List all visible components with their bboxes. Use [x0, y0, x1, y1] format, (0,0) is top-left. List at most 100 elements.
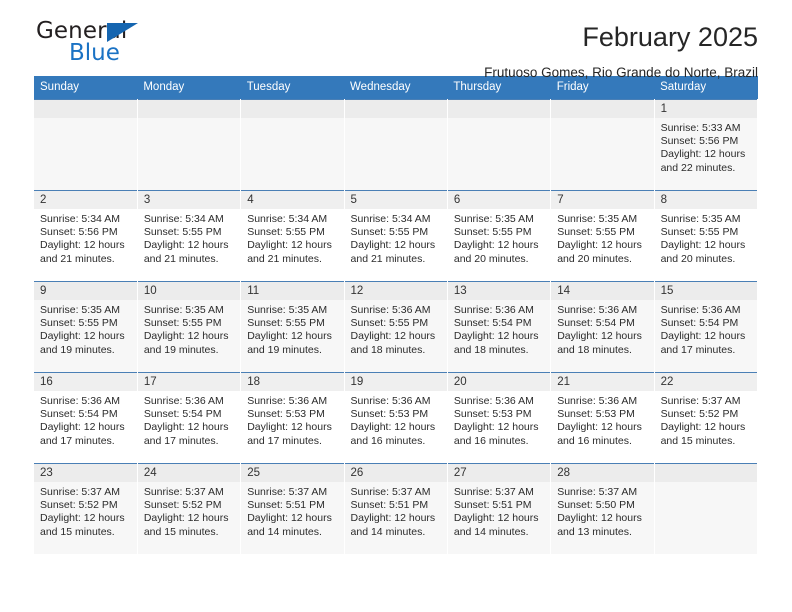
sunrise-text: Sunrise: 5:36 AM	[557, 304, 638, 316]
weekday-header-sunday: Sunday	[34, 76, 138, 100]
calendar-day-cell[interactable]: 28 Sunrise: 5:37 AM Sunset: 5:50 PM Dayligh…	[550, 463, 655, 554]
calendar-day-cell[interactable]: 5 Sunrise: 5:34 AM Sunset: 5:55 PM Daylight…	[344, 190, 448, 282]
day-details: Sunrise: 5:35 AM Sunset: 5:55 PM Daylight:…	[138, 300, 240, 357]
calendar-day-cell[interactable]: 8 Sunrise: 5:35 AM Sunset: 5:55 PM Daylight…	[654, 190, 759, 282]
calendar-day-cell[interactable]: 10 Sunrise: 5:35 AM Sunset: 5:55 PM Dayligh…	[137, 281, 242, 373]
calendar-day-cell[interactable]: 6 Sunrise: 5:35 AM Sunset: 5:55 PM Daylight…	[447, 190, 552, 282]
calendar-day-cell[interactable]: 7 Sunrise: 5:35 AM Sunset: 5:55 PM Daylight…	[550, 190, 655, 282]
day-number	[447, 100, 551, 118]
calendar-day-cell[interactable]: 18 Sunrise: 5:36 AM Sunset: 5:53 PM Dayligh…	[240, 372, 345, 464]
day-details: Sunrise: 5:37 AM Sunset: 5:51 PM Daylight:…	[241, 482, 343, 539]
sunset-text: Sunset: 5:55 PM	[660, 226, 739, 239]
sunrise-text: Sunrise: 5:37 AM	[557, 486, 638, 498]
day-details: Sunrise: 5:36 AM Sunset: 5:54 PM Daylight:…	[138, 391, 240, 448]
daylight-text: Daylight: 12 hours and 20 minutes.	[557, 239, 642, 265]
calendar-week-row: 16 Sunrise: 5:36 AM Sunset: 5:54 PM Dayligh…	[34, 372, 759, 464]
sunrise-text: Sunrise: 5:35 AM	[453, 213, 534, 225]
sunrise-text: Sunrise: 5:36 AM	[350, 395, 431, 407]
sunset-text: Sunset: 5:53 PM	[557, 408, 635, 421]
day-details: Sunrise: 5:35 AM Sunset: 5:55 PM Daylight:…	[655, 209, 757, 266]
sunset-text: Sunset: 5:54 PM	[453, 317, 532, 330]
day-number	[241, 100, 344, 118]
daylight-text: Daylight: 12 hours and 18 minutes.	[453, 330, 539, 356]
day-number: 15	[654, 282, 757, 300]
calendar-day-cell[interactable]: 22 Sunrise: 5:37 AM Sunset: 5:52 PM Dayligh…	[654, 372, 759, 464]
calendar-day-cell[interactable]: 1 Sunrise: 5:33 AM Sunset: 5:56 PM Daylight…	[654, 99, 759, 191]
calendar-day-cell[interactable]: 23 Sunrise: 5:37 AM Sunset: 5:52 PM Dayligh…	[34, 463, 138, 554]
calendar-day-cell-empty	[240, 99, 345, 191]
day-number: 4	[241, 191, 344, 209]
calendar-day-cell[interactable]: 24 Sunrise: 5:37 AM Sunset: 5:52 PM Dayligh…	[137, 463, 242, 554]
calendar-week-row: 9 Sunrise: 5:35 AM Sunset: 5:55 PM Daylight…	[34, 281, 759, 373]
calendar-day-cell[interactable]: 2 Sunrise: 5:34 AM Sunset: 5:56 PM Daylight…	[34, 190, 138, 282]
sunset-text: Sunset: 5:52 PM	[40, 499, 118, 512]
sunrise-text: Sunrise: 5:35 AM	[143, 304, 224, 316]
calendar-day-cell-empty	[34, 99, 138, 191]
calendar-day-cell[interactable]: 26 Sunrise: 5:37 AM Sunset: 5:51 PM Dayligh…	[344, 463, 448, 554]
sunset-text: Sunset: 5:52 PM	[143, 499, 222, 512]
sunrise-text: Sunrise: 5:36 AM	[143, 395, 224, 407]
daylight-text: Daylight: 12 hours and 21 minutes.	[143, 239, 229, 265]
calendar-day-cell[interactable]: 15 Sunrise: 5:36 AM Sunset: 5:54 PM Dayligh…	[654, 281, 759, 373]
calendar-day-cell[interactable]: 27 Sunrise: 5:37 AM Sunset: 5:51 PM Dayligh…	[447, 463, 552, 554]
daylight-text: Daylight: 12 hours and 15 minutes.	[660, 421, 746, 447]
day-details: Sunrise: 5:35 AM Sunset: 5:55 PM Daylight:…	[241, 300, 343, 357]
sunset-text: Sunset: 5:51 PM	[247, 499, 325, 512]
daylight-text: Daylight: 12 hours and 20 minutes.	[660, 239, 746, 265]
sunset-text: Sunset: 5:51 PM	[453, 499, 532, 512]
calendar-day-cell-empty	[654, 463, 759, 554]
day-number: 2	[34, 191, 137, 209]
calendar-body: 1 Sunrise: 5:33 AM Sunset: 5:56 PM Daylight…	[34, 99, 759, 554]
daylight-text: Daylight: 12 hours and 17 minutes.	[143, 421, 229, 447]
sunrise-text: Sunrise: 5:35 AM	[40, 304, 120, 316]
calendar-day-cell[interactable]: 11 Sunrise: 5:35 AM Sunset: 5:55 PM Dayligh…	[240, 281, 345, 373]
sunset-text: Sunset: 5:50 PM	[557, 499, 635, 512]
day-details: Sunrise: 5:34 AM Sunset: 5:55 PM Daylight:…	[241, 209, 343, 266]
calendar-day-cell[interactable]: 4 Sunrise: 5:34 AM Sunset: 5:55 PM Daylight…	[240, 190, 345, 282]
sunset-text: Sunset: 5:55 PM	[557, 226, 635, 239]
calendar-day-cell[interactable]: 14 Sunrise: 5:36 AM Sunset: 5:54 PM Dayligh…	[550, 281, 655, 373]
daylight-text: Daylight: 12 hours and 15 minutes.	[143, 512, 229, 538]
calendar-day-cell[interactable]: 9 Sunrise: 5:35 AM Sunset: 5:55 PM Daylight…	[34, 281, 138, 373]
day-number: 27	[447, 464, 551, 482]
day-number: 20	[447, 373, 551, 391]
daylight-text: Daylight: 12 hours and 20 minutes.	[453, 239, 539, 265]
calendar-day-cell[interactable]: 21 Sunrise: 5:36 AM Sunset: 5:53 PM Dayligh…	[550, 372, 655, 464]
daylight-text: Daylight: 12 hours and 14 minutes.	[350, 512, 436, 538]
calendar-day-cell[interactable]: 19 Sunrise: 5:36 AM Sunset: 5:53 PM Dayligh…	[344, 372, 448, 464]
day-number: 14	[551, 282, 654, 300]
sunset-text: Sunset: 5:56 PM	[660, 135, 739, 148]
day-number: 24	[137, 464, 241, 482]
sunrise-text: Sunrise: 5:36 AM	[660, 304, 741, 316]
day-details: Sunrise: 5:37 AM Sunset: 5:50 PM Daylight:…	[551, 482, 653, 539]
daylight-text: Daylight: 12 hours and 18 minutes.	[350, 330, 436, 356]
day-details: Sunrise: 5:37 AM Sunset: 5:51 PM Daylight:…	[345, 482, 447, 539]
calendar-day-cell[interactable]: 16 Sunrise: 5:36 AM Sunset: 5:54 PM Dayligh…	[34, 372, 138, 464]
sunset-text: Sunset: 5:55 PM	[143, 226, 222, 239]
calendar-week-row: 23 Sunrise: 5:37 AM Sunset: 5:52 PM Dayligh…	[34, 463, 759, 554]
sunrise-text: Sunrise: 5:33 AM	[660, 122, 741, 134]
day-details: Sunrise: 5:33 AM Sunset: 5:56 PM Daylight:…	[655, 118, 757, 175]
daylight-text: Daylight: 12 hours and 17 minutes.	[247, 421, 332, 447]
calendar-day-cell[interactable]: 12 Sunrise: 5:36 AM Sunset: 5:55 PM Dayligh…	[344, 281, 448, 373]
calendar-day-cell[interactable]: 3 Sunrise: 5:34 AM Sunset: 5:55 PM Daylight…	[137, 190, 242, 282]
day-number: 17	[137, 373, 241, 391]
calendar-day-cell[interactable]: 13 Sunrise: 5:36 AM Sunset: 5:54 PM Dayligh…	[447, 281, 552, 373]
day-details: Sunrise: 5:36 AM Sunset: 5:53 PM Daylight:…	[345, 391, 447, 448]
sunrise-text: Sunrise: 5:35 AM	[660, 213, 741, 225]
day-number: 7	[551, 191, 654, 209]
day-details: Sunrise: 5:36 AM Sunset: 5:54 PM Daylight:…	[34, 391, 137, 448]
calendar-day-cell[interactable]: 25 Sunrise: 5:37 AM Sunset: 5:51 PM Dayligh…	[240, 463, 345, 554]
sunrise-text: Sunrise: 5:37 AM	[453, 486, 534, 498]
day-number: 23	[34, 464, 137, 482]
daylight-text: Daylight: 12 hours and 21 minutes.	[247, 239, 332, 265]
day-details: Sunrise: 5:36 AM Sunset: 5:54 PM Daylight:…	[551, 300, 653, 357]
sunrise-text: Sunrise: 5:36 AM	[350, 304, 431, 316]
day-number: 28	[551, 464, 654, 482]
sunset-text: Sunset: 5:53 PM	[247, 408, 325, 421]
calendar-day-cell[interactable]: 20 Sunrise: 5:36 AM Sunset: 5:53 PM Dayligh…	[447, 372, 552, 464]
calendar-day-cell[interactable]: 17 Sunrise: 5:36 AM Sunset: 5:54 PM Dayligh…	[137, 372, 242, 464]
sunrise-text: Sunrise: 5:34 AM	[40, 213, 120, 225]
daylight-text: Daylight: 12 hours and 14 minutes.	[453, 512, 539, 538]
day-number: 19	[344, 373, 447, 391]
